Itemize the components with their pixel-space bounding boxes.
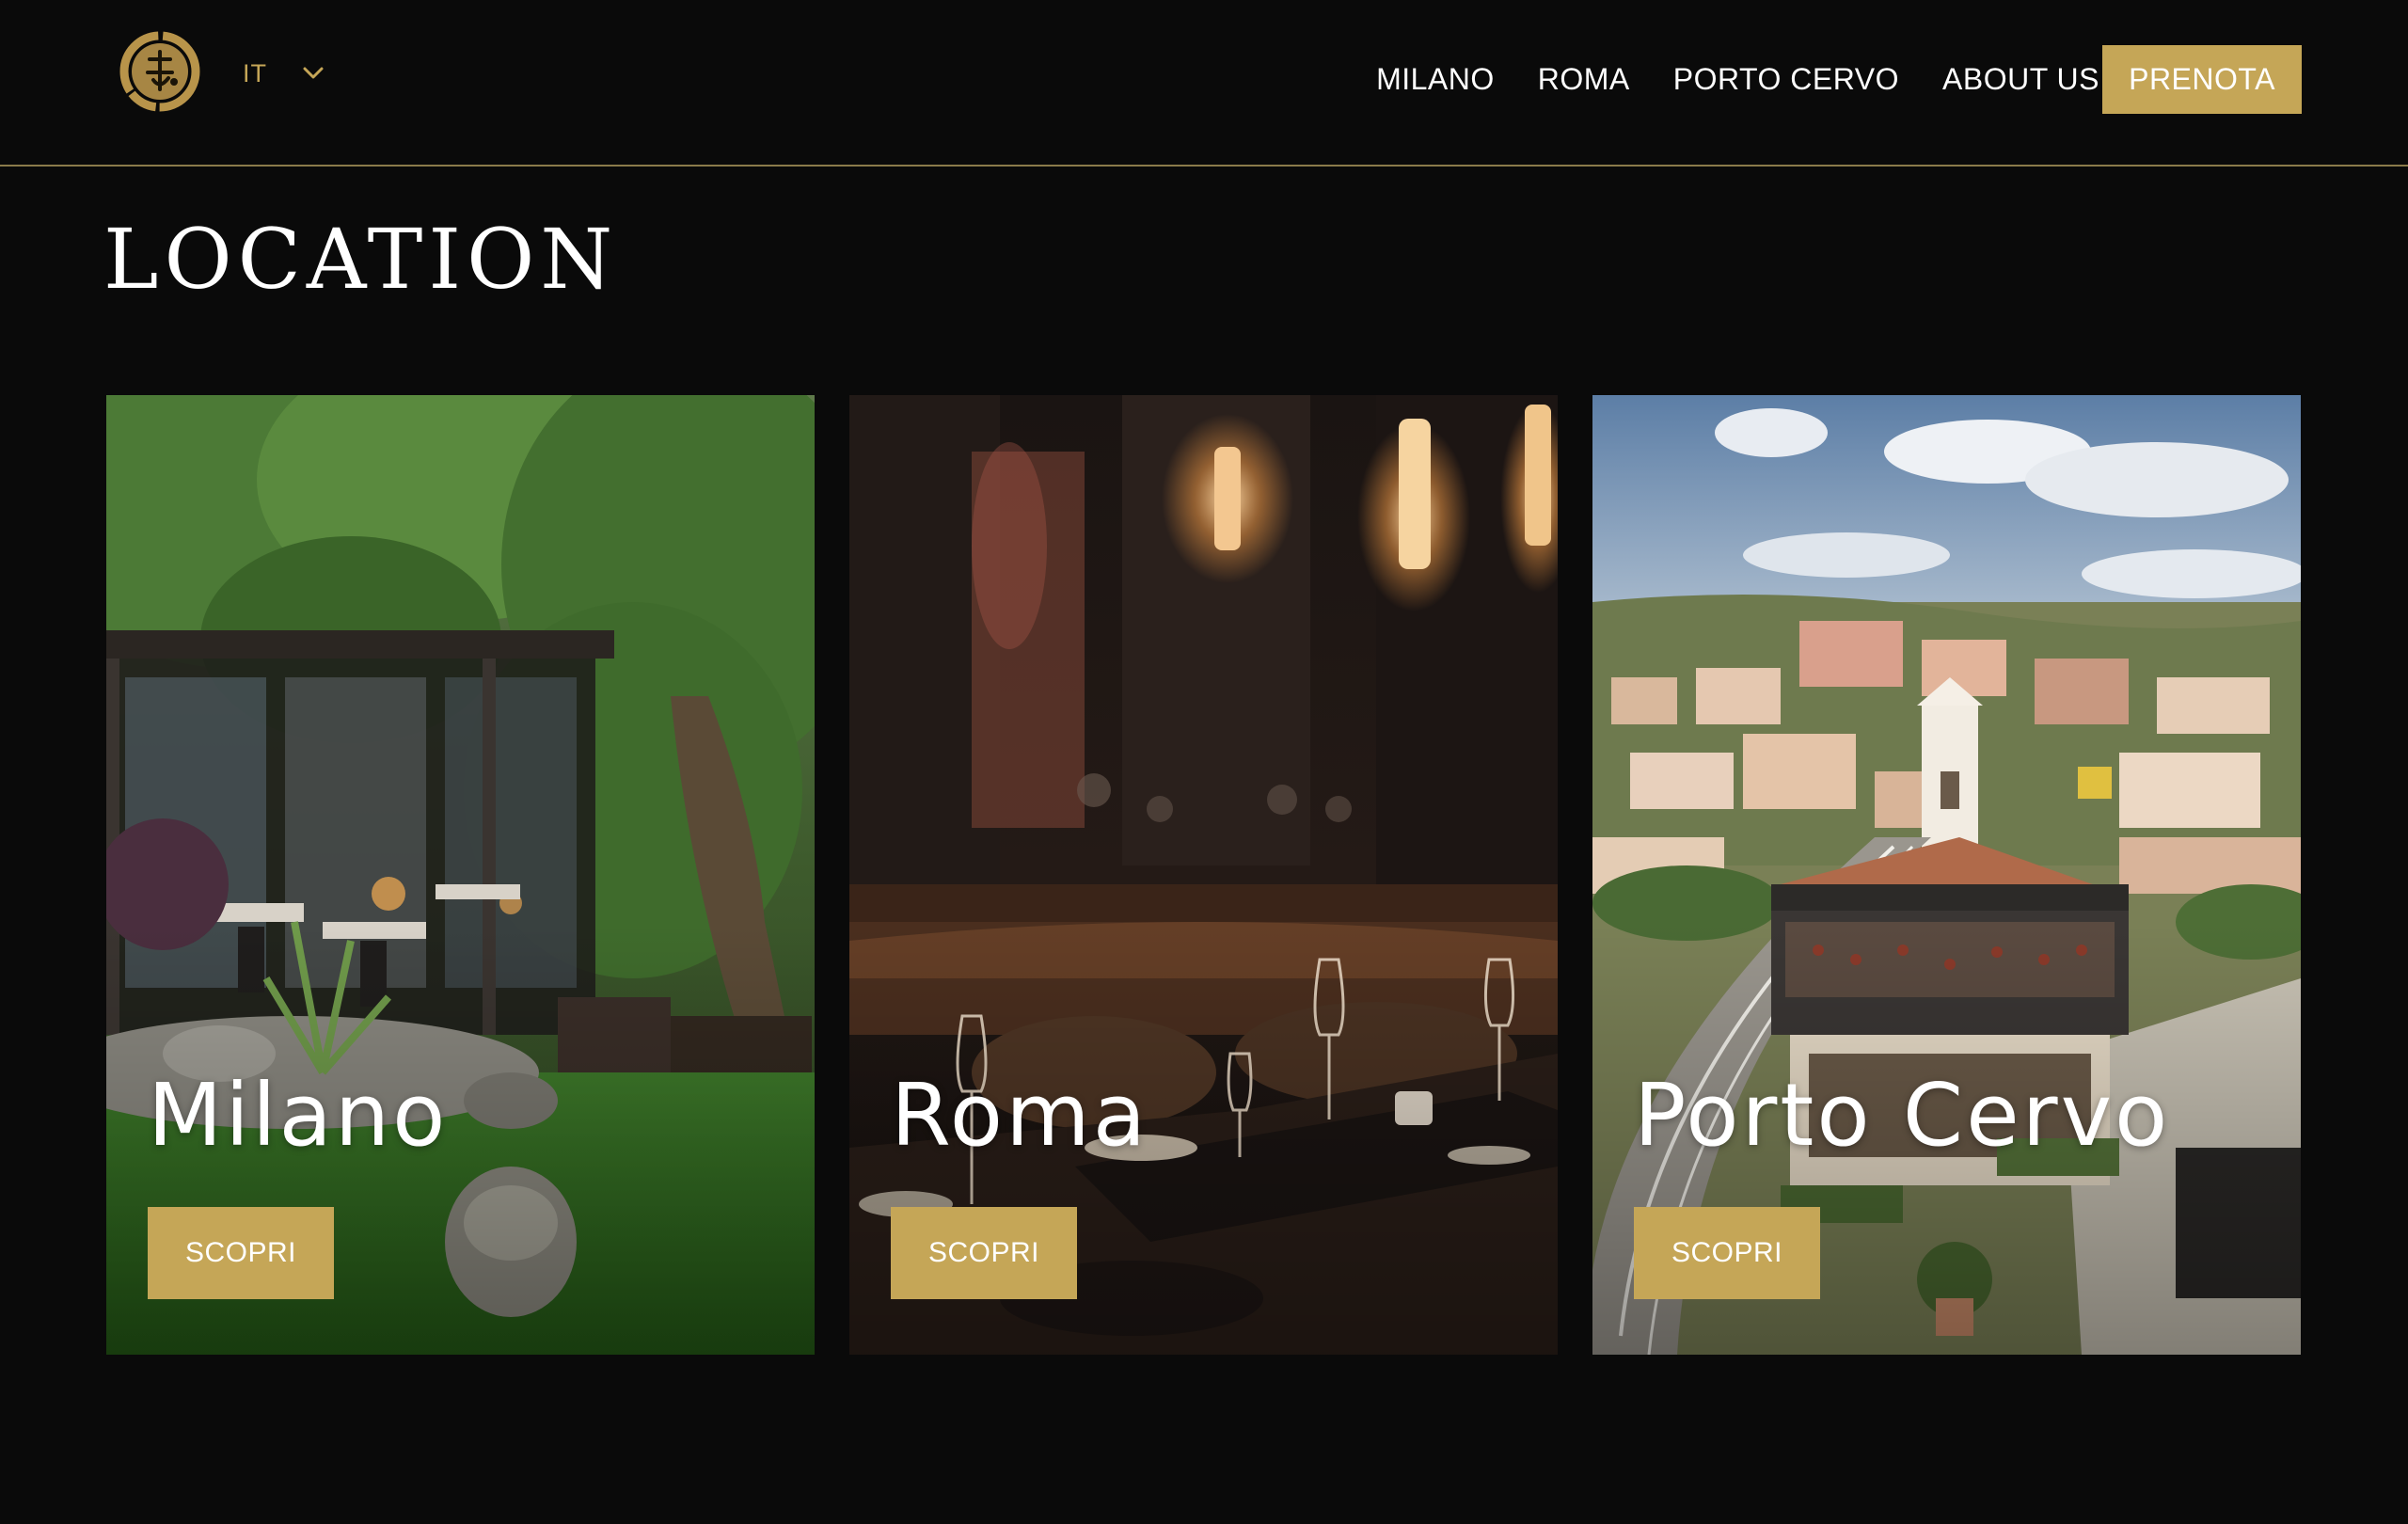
scopri-porto-cervo-button[interactable]: SCOPRI — [1634, 1207, 1820, 1299]
language-selector[interactable]: IT — [243, 55, 324, 92]
location-card-porto-cervo[interactable]: Porto Cervo SCOPRI — [1592, 395, 2301, 1355]
scopri-milano-button[interactable]: SCOPRI — [148, 1207, 334, 1299]
site-header: IT MILANO ROMA PORTO CERVO ABOUT US PREN… — [0, 0, 2408, 167]
scopri-roma-button[interactable]: SCOPRI — [891, 1207, 1077, 1299]
location-name-porto-cervo: Porto Cervo — [1634, 1065, 2171, 1166]
location-card-milano[interactable]: Milano SCOPRI — [106, 395, 815, 1355]
location-name-milano: Milano — [148, 1065, 449, 1166]
nav-link-roma[interactable]: ROMA — [1538, 62, 1630, 97]
page-title: LOCATION — [103, 211, 619, 308]
prenota-button[interactable]: PRENOTA — [2102, 45, 2302, 114]
location-card-roma[interactable]: Roma SCOPRI — [849, 395, 1558, 1355]
nav-link-about-us[interactable]: ABOUT US — [1942, 62, 2099, 97]
gold-seal-logo-icon[interactable] — [118, 31, 202, 112]
location-name-roma: Roma — [891, 1065, 1149, 1166]
main-nav: MILANO ROMA PORTO CERVO ABOUT US — [1376, 55, 2099, 103]
language-label: IT — [243, 58, 267, 87]
chevron-down-icon — [303, 67, 324, 80]
nav-link-milano[interactable]: MILANO — [1376, 62, 1495, 97]
nav-link-porto-cervo[interactable]: PORTO CERVO — [1673, 62, 1899, 97]
